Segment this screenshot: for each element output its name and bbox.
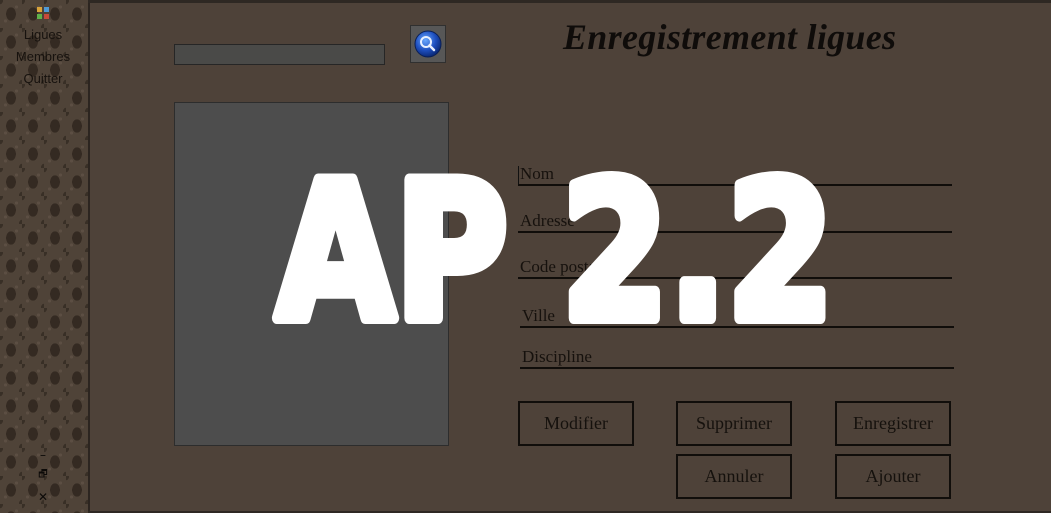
annuler-button[interactable]: Annuler	[676, 454, 792, 499]
nom-field[interactable]: Nom	[518, 162, 952, 186]
nom-label: Nom	[520, 164, 554, 183]
search-icon	[414, 30, 442, 58]
enregistrer-button[interactable]: Enregistrer	[835, 401, 951, 446]
ligues-list[interactable]	[174, 102, 449, 446]
search-button[interactable]	[410, 25, 446, 63]
ville-field[interactable]: Ville	[520, 304, 954, 328]
page-title: Enregistrement ligues	[563, 17, 897, 57]
nav-quitter[interactable]: Quitter	[0, 71, 86, 86]
code-postal-field[interactable]: Code postal	[518, 255, 952, 279]
supprimer-button[interactable]: Supprimer	[676, 401, 792, 446]
text-caret	[518, 166, 519, 184]
top-border	[88, 0, 1051, 3]
ville-label: Ville	[522, 306, 555, 325]
modifier-button[interactable]: Modifier	[518, 401, 634, 446]
app-icon	[37, 7, 49, 19]
code-postal-label: Code postal	[520, 257, 601, 276]
nav-ligues[interactable]: Ligues	[0, 27, 86, 42]
ajouter-button[interactable]: Ajouter	[835, 454, 951, 499]
close-icon[interactable]: ✕	[36, 490, 50, 504]
minimize-icon[interactable]: –	[36, 448, 50, 462]
adresse-label: Adresse	[520, 211, 575, 230]
adresse-field[interactable]: Adresse	[518, 209, 952, 233]
search-input[interactable]	[174, 44, 385, 65]
discipline-label: Discipline	[522, 347, 592, 366]
nav-membres[interactable]: Membres	[0, 49, 86, 64]
discipline-field[interactable]: Discipline	[520, 345, 954, 369]
sidebar: Ligues Membres Quitter – 🗗 ✕	[0, 0, 90, 513]
restore-icon[interactable]: 🗗	[36, 468, 50, 482]
